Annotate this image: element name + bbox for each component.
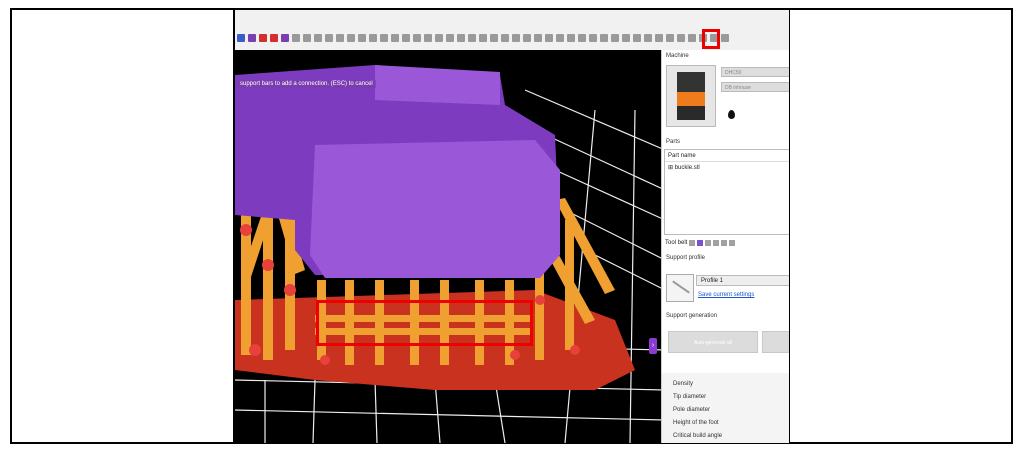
material-select[interactable]: DB inhouse: [721, 82, 789, 92]
part-item[interactable]: ⊞ buckle.stl: [668, 164, 700, 171]
tool-icon[interactable]: [402, 34, 410, 42]
profile-select[interactable]: Profile 1: [696, 275, 789, 286]
param-pole-diameter: Pole diameter: [673, 407, 711, 413]
app-screenshot: support bars to add a connection. (ESC) …: [235, 10, 789, 443]
status-message: support bars to add a connection. (ESC) …: [237, 80, 376, 88]
param-tip-diameter: Tip diameter: [673, 394, 707, 400]
tool-icon[interactable]: [589, 34, 597, 42]
tool-icon[interactable]: [358, 34, 366, 42]
support-tool-icon[interactable]: [697, 240, 704, 246]
circle-icon[interactable]: [512, 34, 520, 42]
machine-select[interactable]: DHC50: [721, 67, 789, 77]
tool-icon[interactable]: [600, 34, 608, 42]
right-panel: Machine DHC50 DB inhouse Parts Part name…: [661, 50, 789, 443]
support-bar-highlight: [702, 29, 720, 49]
tool-icon[interactable]: [314, 34, 322, 42]
tool-icon[interactable]: [705, 240, 712, 246]
tool-icon[interactable]: [413, 34, 421, 42]
toolbar-icons: [237, 34, 729, 46]
tool-icon[interactable]: [457, 34, 465, 42]
main-toolbar: [235, 10, 789, 50]
support-params: Density Tip diameter Pole diameter Heigh…: [662, 373, 789, 443]
tool-icon[interactable]: [655, 34, 663, 42]
support-bar-highlight-box: [316, 300, 533, 346]
scene-render: [235, 65, 665, 443]
circle-icon[interactable]: [534, 34, 542, 42]
tool-icon[interactable]: [567, 34, 575, 42]
3d-viewport[interactable]: support bars to add a connection. (ESC) …: [235, 50, 665, 443]
tool-icon[interactable]: [435, 34, 443, 42]
support-profile-title: Support profile: [666, 255, 706, 261]
tool-icon[interactable]: [556, 34, 564, 42]
param-foot-height: Height of the foot: [673, 420, 719, 426]
tool-icon[interactable]: [688, 34, 696, 42]
support-icon[interactable]: [248, 34, 256, 42]
panel-collapse-handle[interactable]: ›: [649, 338, 657, 354]
grid-icon[interactable]: [237, 34, 245, 42]
tool-icon[interactable]: [622, 34, 630, 42]
generate-options-button[interactable]: [762, 331, 789, 353]
tool-icon[interactable]: [689, 240, 696, 246]
save-settings-link[interactable]: Save current settings: [698, 292, 754, 298]
tool-icon[interactable]: [611, 34, 619, 42]
model-raised-block: [375, 65, 500, 105]
circle-icon[interactable]: [468, 34, 476, 42]
tool-icon[interactable]: [369, 34, 377, 42]
machine-thumbnail: [666, 65, 716, 127]
tool-icon[interactable]: [424, 34, 432, 42]
support-generation-title: Support generation: [666, 313, 718, 319]
tool-icon[interactable]: [666, 34, 674, 42]
tool-icon[interactable]: [713, 240, 720, 246]
parts-list: Part name ⊞ buckle.stl: [664, 149, 789, 235]
profile-thumbnail: [666, 274, 694, 302]
machine-title: Machine: [666, 53, 689, 59]
tool-icon[interactable]: [644, 34, 652, 42]
tool-icon[interactable]: [391, 34, 399, 42]
parts-title: Parts: [666, 139, 681, 145]
tool-belt: Tool belt: [665, 240, 736, 246]
tool-icon[interactable]: [578, 34, 586, 42]
circle-icon[interactable]: [490, 34, 498, 42]
tool-icon[interactable]: [633, 34, 641, 42]
tool-icon[interactable]: [721, 240, 728, 246]
resin-drop-icon: [728, 110, 735, 119]
support-bar-icon[interactable]: [677, 34, 685, 42]
auto-generate-button[interactable]: Auto-generate all: [668, 331, 758, 353]
dot-red-icon[interactable]: [259, 34, 267, 42]
tool-icon[interactable]: [303, 34, 311, 42]
table-icon[interactable]: [281, 34, 289, 42]
tool-icon[interactable]: [347, 34, 355, 42]
dot-red-icon[interactable]: [270, 34, 278, 42]
model-top-face: [310, 140, 560, 278]
circle-icon[interactable]: [479, 34, 487, 42]
parts-column-header: Part name: [668, 153, 696, 159]
tool-icon[interactable]: [380, 34, 388, 42]
tool-icon[interactable]: [721, 34, 729, 42]
tool-icon[interactable]: [325, 34, 333, 42]
tool-icon[interactable]: [336, 34, 344, 42]
param-density: Density: [673, 381, 694, 387]
circle-icon[interactable]: [545, 34, 553, 42]
param-critical-angle: Critical build angle: [673, 433, 723, 439]
circle-icon[interactable]: [523, 34, 531, 42]
tool-icon[interactable]: [292, 34, 300, 42]
tool-belt-label: Tool belt: [665, 240, 688, 246]
tool-icon[interactable]: [729, 240, 736, 246]
circle-icon[interactable]: [501, 34, 509, 42]
tool-icon[interactable]: [446, 34, 454, 42]
